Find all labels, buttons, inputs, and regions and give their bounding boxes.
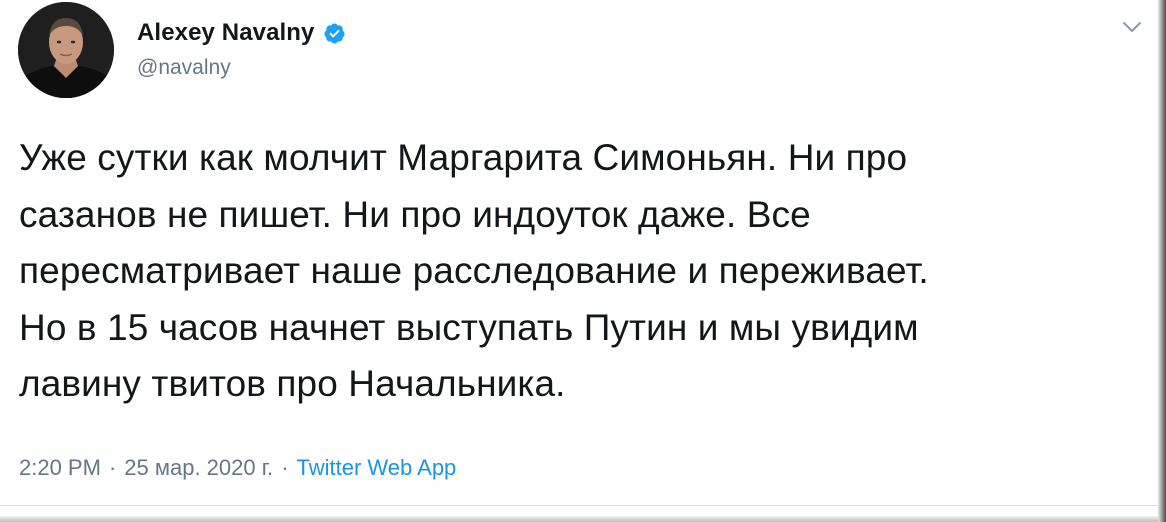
tweet-card: Alexey Navalny @navalny Уже сутки как мо… bbox=[0, 0, 1166, 522]
tweet-source-link[interactable]: Twitter Web App bbox=[297, 455, 457, 481]
author-block: Alexey Navalny @navalny bbox=[137, 18, 346, 80]
meta-separator: · bbox=[108, 455, 117, 480]
bottom-edge bbox=[0, 516, 1158, 522]
divider bbox=[0, 505, 1158, 506]
tweet-meta: 2:20 PM · 25 мар. 2020 г. · Twitter Web … bbox=[19, 455, 456, 481]
author-handle[interactable]: @navalny bbox=[137, 56, 346, 80]
author-name[interactable]: Alexey Navalny bbox=[137, 19, 315, 47]
meta-separator: · bbox=[281, 455, 289, 480]
tweet-text-line: лавину твитов про Начальника. bbox=[19, 363, 566, 404]
chevron-down-icon[interactable] bbox=[1121, 18, 1143, 36]
verified-badge-icon bbox=[323, 22, 346, 45]
avatar[interactable] bbox=[18, 2, 114, 98]
tweet-text-line: Но в 15 часов начнет выступать Путин и м… bbox=[19, 306, 919, 348]
tweet-text-line: Уже сутки как молчит Маргарита Симоньян.… bbox=[19, 137, 908, 178]
author-name-row: Alexey Navalny bbox=[137, 18, 346, 48]
tweet-text: Уже сутки как молчит Маргарита Симоньян.… bbox=[19, 130, 1139, 413]
tweet-text-line: сазанов не пишет. Ни про индоуток даже. … bbox=[19, 193, 811, 235]
tweet-time[interactable]: 2:20 PM bbox=[19, 455, 101, 481]
tweet-text-line: пересматривает наше расследование и пере… bbox=[19, 250, 929, 291]
right-edge bbox=[1158, 0, 1166, 522]
tweet-date[interactable]: 25 мар. 2020 г. bbox=[124, 455, 273, 481]
